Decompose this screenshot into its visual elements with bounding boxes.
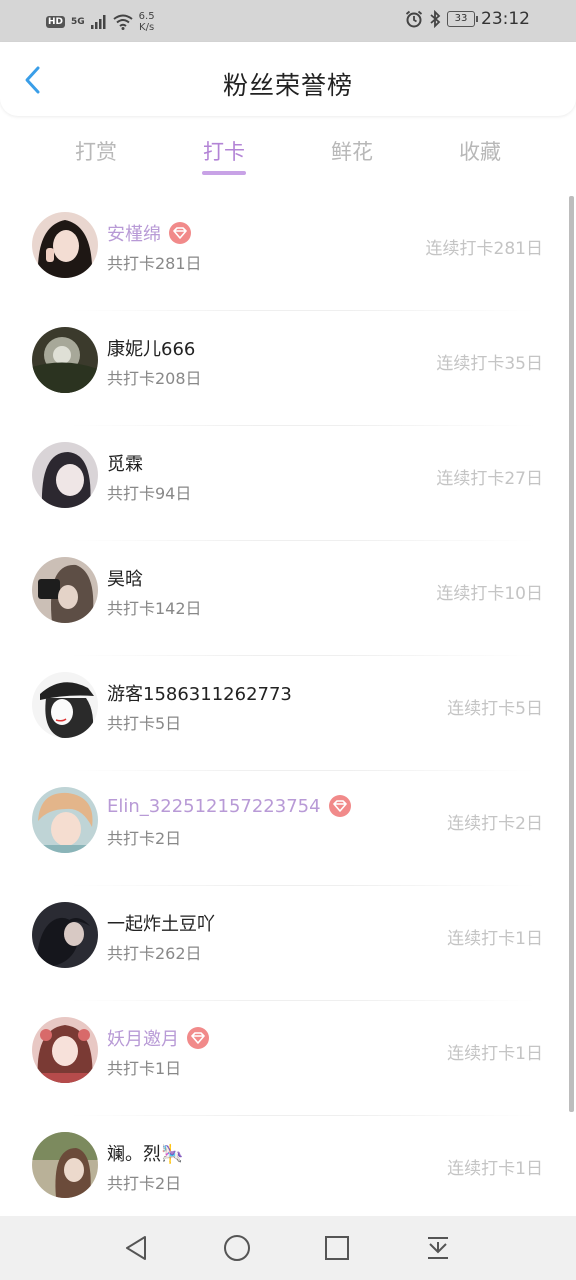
fan-name: 昊晗 — [107, 569, 143, 590]
streak-checkins: 连续打卡1日 — [447, 1044, 543, 1064]
fan-name: 觅霖 — [107, 454, 143, 475]
status-bar: HD 5G 6.5 K/s 33 23:12 — [0, 0, 576, 42]
nav-back-button[interactable] — [118, 1230, 154, 1266]
list-item[interactable]: 安槿绵 共打卡281日 连续打卡281日 — [0, 196, 576, 311]
alarm-icon — [405, 10, 423, 28]
clock: 23:12 — [481, 9, 530, 29]
status-right: 33 23:12 — [405, 9, 530, 29]
streak-checkins: 连续打卡281日 — [425, 239, 543, 259]
tab-checkin[interactable]: 打卡 — [174, 136, 274, 166]
system-nav-bar — [0, 1216, 576, 1280]
total-checkins: 共打卡281日 — [107, 254, 202, 273]
total-checkins: 共打卡142日 — [107, 599, 202, 618]
nav-menu-button[interactable] — [420, 1230, 456, 1266]
fan-name: 安槿绵 — [107, 224, 161, 245]
name-line: 觅霖 — [107, 450, 143, 476]
total-checkins: 共打卡208日 — [107, 369, 202, 388]
list-item[interactable]: 妖月邀月 共打卡1日 连续打卡1日 — [0, 1001, 576, 1116]
triangle-back-icon — [126, 1236, 146, 1260]
total-checkins: 共打卡2日 — [107, 829, 182, 848]
list-item[interactable]: 一起炸土豆吖 共打卡262日 连续打卡1日 — [0, 886, 576, 1001]
avatar[interactable] — [32, 672, 98, 738]
list-item[interactable]: 游客1586311262773 共打卡5日 连续打卡5日 — [0, 656, 576, 771]
square-recents-icon — [325, 1236, 349, 1260]
fan-name: Elin_322512157223754 — [107, 795, 321, 817]
streak-checkins: 连续打卡2日 — [447, 814, 543, 834]
name-line: 昊晗 — [107, 565, 143, 591]
avatar[interactable] — [32, 442, 98, 508]
avatar[interactable] — [32, 1017, 98, 1083]
name-line: 一起炸土豆吖 — [107, 910, 215, 936]
circle-home-icon — [224, 1235, 250, 1261]
streak-checkins: 连续打卡10日 — [436, 584, 543, 604]
network-type: 5G — [71, 17, 85, 27]
total-checkins: 共打卡1日 — [107, 1059, 182, 1078]
wifi-icon — [113, 14, 133, 30]
streak-checkins: 连续打卡5日 — [447, 699, 543, 719]
avatar[interactable] — [32, 1132, 98, 1198]
fan-name: 妖月邀月 — [107, 1029, 179, 1050]
list-item[interactable]: 斓。烈🎠 共打卡2日 连续打卡1日 — [0, 1116, 576, 1216]
tab-bar: 打赏 打卡 鲜花 收藏 — [0, 116, 576, 196]
network-speed: 6.5 K/s — [139, 11, 155, 33]
battery-indicator: 33 — [447, 11, 478, 27]
avatar[interactable] — [32, 327, 98, 393]
total-checkins: 共打卡2日 — [107, 1174, 182, 1193]
diamond-icon — [328, 795, 351, 817]
diamond-icon — [169, 222, 191, 244]
status-left: HD 5G 6.5 K/s — [46, 10, 155, 34]
hd-indicator: HD — [46, 16, 66, 28]
streak-checkins: 连续打卡1日 — [447, 1159, 543, 1179]
avatar[interactable] — [32, 787, 98, 853]
fan-ranking-list[interactable]: 安槿绵 共打卡281日 连续打卡281日 康妮儿666 共打卡208日 连续打卡… — [0, 196, 576, 1216]
fan-name: 康妮儿666 — [107, 339, 196, 360]
total-checkins: 共打卡5日 — [107, 714, 182, 733]
name-line: 妖月邀月 — [107, 1025, 209, 1051]
nav-recents-button[interactable] — [319, 1230, 355, 1266]
name-line: 游客1586311262773 — [107, 680, 292, 706]
avatar[interactable] — [32, 212, 98, 278]
name-line: 安槿绵 — [107, 220, 191, 246]
speed-value: 6.5 — [138, 11, 155, 22]
avatar[interactable] — [32, 902, 98, 968]
name-line: 斓。烈🎠 — [107, 1140, 183, 1166]
speed-unit: K/s — [139, 22, 155, 33]
streak-checkins: 连续打卡27日 — [436, 469, 543, 489]
bluetooth-icon — [430, 10, 441, 28]
total-checkins: 共打卡94日 — [107, 484, 192, 503]
streak-checkins: 连续打卡35日 — [436, 354, 543, 374]
signal-icon — [90, 15, 106, 29]
tab-flowers[interactable]: 鲜花 — [302, 136, 402, 166]
active-tab-indicator — [202, 171, 246, 175]
name-line: 康妮儿666 — [107, 335, 195, 361]
tab-reward[interactable]: 打赏 — [46, 136, 146, 166]
fan-name: 斓。烈🎠 — [107, 1144, 184, 1165]
streak-checkins: 连续打卡1日 — [447, 929, 543, 949]
total-checkins: 共打卡262日 — [107, 944, 202, 963]
page-title: 粉丝荣誉榜 — [222, 71, 353, 100]
page-header: 粉丝荣誉榜 — [0, 42, 576, 116]
tab-favorites[interactable]: 收藏 — [430, 136, 530, 166]
list-item[interactable]: 昊晗 共打卡142日 连续打卡10日 — [0, 541, 576, 656]
diamond-icon — [187, 1027, 209, 1049]
fan-name: 一起炸土豆吖 — [107, 914, 215, 935]
name-line: Elin_322512157223754 — [107, 795, 351, 817]
list-item[interactable]: Elin_322512157223754 共打卡2日 连续打卡2日 — [0, 771, 576, 886]
pull-down-icon — [428, 1237, 448, 1259]
nav-home-button[interactable] — [219, 1230, 255, 1266]
scrollbar[interactable] — [569, 196, 574, 1112]
list-item[interactable]: 觅霖 共打卡94日 连续打卡27日 — [0, 426, 576, 541]
list-item[interactable]: 康妮儿666 共打卡208日 连续打卡35日 — [0, 311, 576, 426]
fan-name: 游客1586311262773 — [107, 684, 292, 705]
avatar[interactable] — [32, 557, 98, 623]
